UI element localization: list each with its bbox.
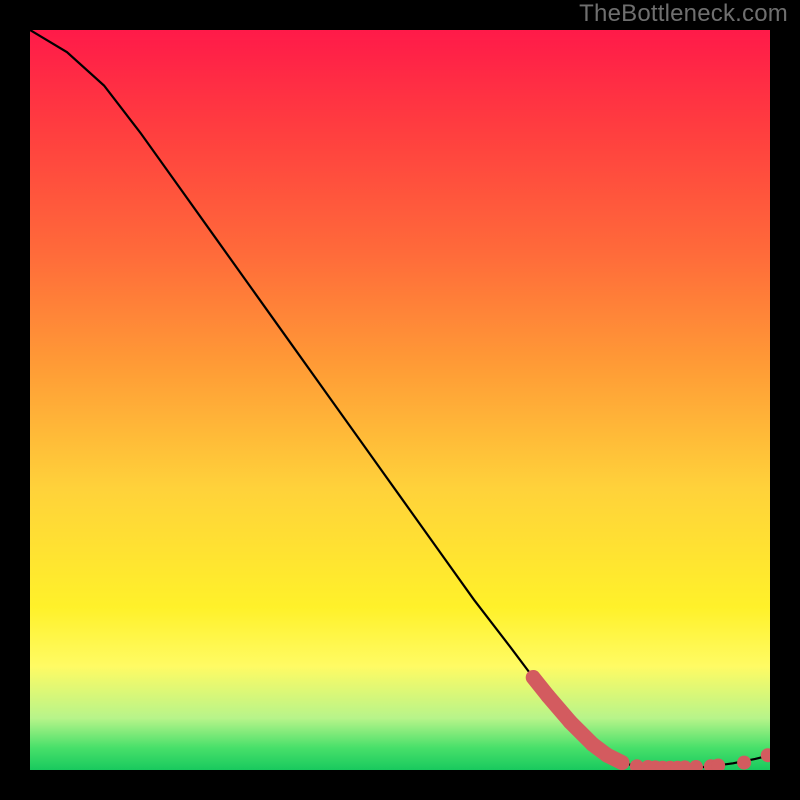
baseline-marker — [689, 760, 703, 770]
highlighted-segment-piece — [607, 755, 622, 762]
baseline-marker — [737, 756, 751, 770]
baseline-markers-group — [630, 748, 770, 770]
chart-container: TheBottleneck.com — [0, 0, 800, 800]
chart-overlay — [30, 30, 770, 770]
bottleneck-curve-line — [30, 30, 770, 769]
baseline-marker — [761, 748, 770, 762]
highlighted-curve-segment — [533, 678, 622, 763]
watermark-text: TheBottleneck.com — [579, 0, 788, 28]
